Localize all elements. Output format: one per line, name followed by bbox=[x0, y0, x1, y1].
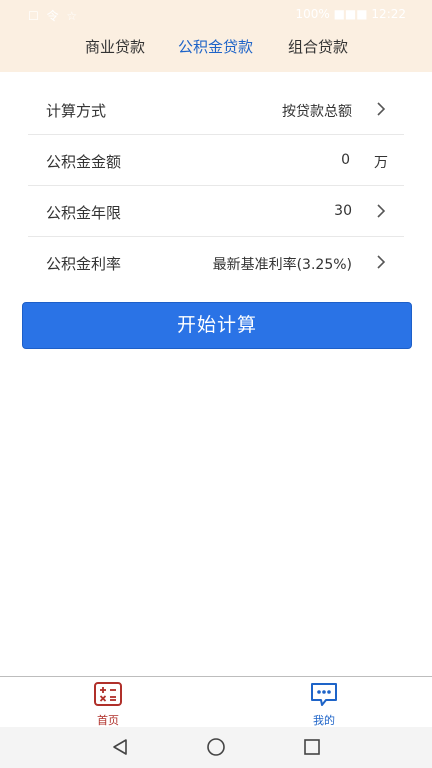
amount-unit: 万 bbox=[374, 155, 388, 171]
amount-label: 公积金金额 bbox=[46, 153, 122, 171]
system-nav-bar bbox=[0, 727, 432, 768]
chevron-right-icon bbox=[377, 255, 386, 269]
tab-combined-loan[interactable]: 组合贷款 bbox=[288, 36, 348, 57]
status-right: 100% ■■■ 12:22 bbox=[295, 7, 406, 21]
chat-bubble-icon bbox=[311, 683, 337, 706]
back-icon[interactable] bbox=[110, 737, 130, 757]
tab-commercial-loan[interactable]: 商业贷款 bbox=[85, 36, 145, 57]
amount-row[interactable]: 公积金金额 0 万 bbox=[28, 135, 404, 186]
rate-value: 最新基准利率(3.25%) bbox=[212, 257, 352, 273]
nav-mine-label: 我的 bbox=[313, 714, 335, 727]
loan-type-tabs: 商业贷款 公积金贷款 组合贷款 bbox=[0, 36, 432, 62]
loan-form: 计算方式 按贷款总额 公积金金额 0 万 公积金年限 30 公积金利率 最新基准… bbox=[28, 84, 404, 288]
header: ☐ 令 ☆ 100% ■■■ 12:22 商业贷款 公积金贷款 组合贷款 bbox=[0, 0, 432, 72]
bottom-nav: 首页 我的 bbox=[0, 676, 432, 727]
rate-row[interactable]: 公积金利率 最新基准利率(3.25%) bbox=[28, 237, 404, 288]
chevron-right-icon bbox=[377, 102, 386, 116]
method-label: 计算方式 bbox=[46, 102, 107, 120]
tab-housing-fund-loan[interactable]: 公积金贷款 bbox=[178, 36, 253, 57]
years-row[interactable]: 公积金年限 30 bbox=[28, 186, 404, 237]
status-bar: ☐ 令 ☆ 100% ■■■ 12:22 bbox=[0, 0, 432, 28]
years-label: 公积金年限 bbox=[46, 204, 122, 222]
rate-label: 公积金利率 bbox=[46, 255, 122, 273]
calculator-icon bbox=[94, 682, 122, 706]
start-calculation-button[interactable]: 开始计算 bbox=[22, 302, 412, 349]
home-circle-icon[interactable] bbox=[205, 737, 227, 757]
chevron-right-icon bbox=[377, 204, 386, 218]
nav-item-mine[interactable]: 我的 bbox=[294, 681, 354, 728]
amount-input[interactable]: 0 bbox=[341, 152, 350, 168]
nav-home-label: 首页 bbox=[97, 714, 119, 727]
method-value: 按贷款总额 bbox=[282, 104, 352, 120]
status-icons: ☐ 令 ☆ bbox=[28, 9, 80, 23]
recents-square-icon[interactable] bbox=[302, 737, 322, 757]
method-row[interactable]: 计算方式 按贷款总额 bbox=[28, 84, 404, 135]
years-value: 30 bbox=[334, 203, 352, 219]
nav-item-home[interactable]: 首页 bbox=[78, 681, 138, 728]
